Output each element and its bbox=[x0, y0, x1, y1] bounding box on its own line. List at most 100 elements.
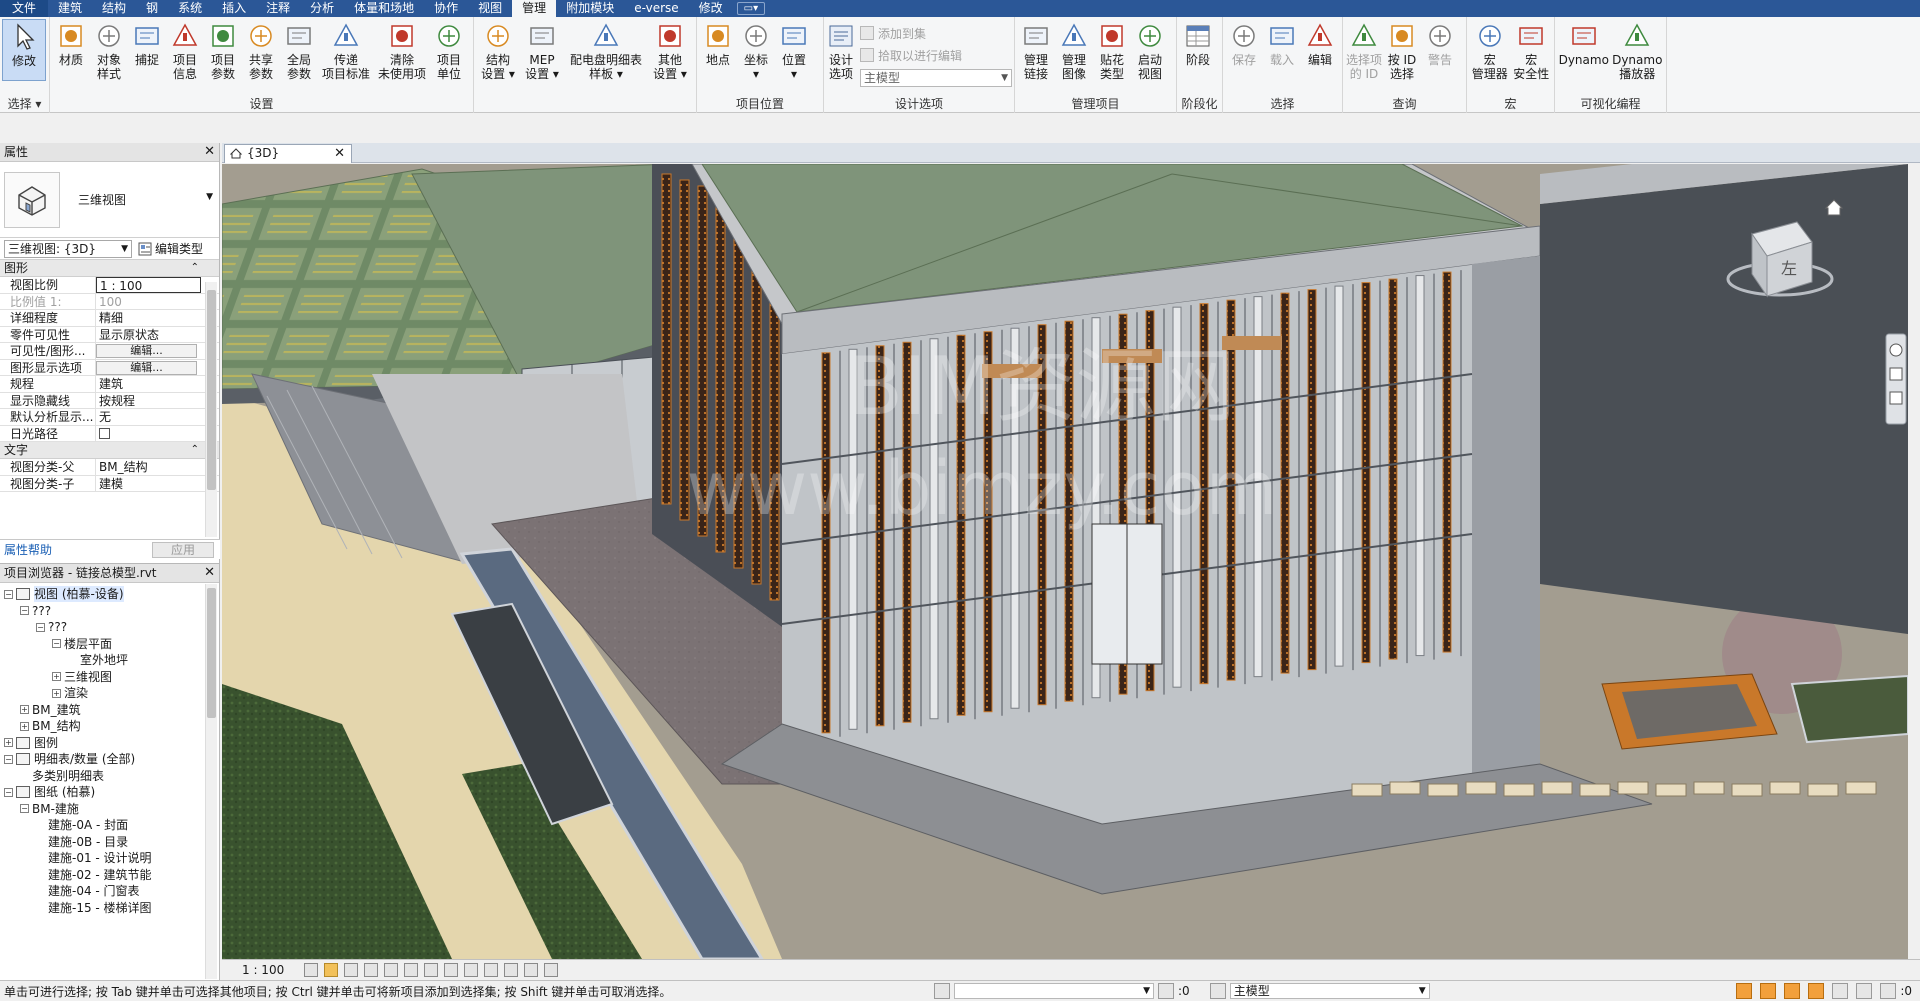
property-row[interactable]: 可见性/图形... 编辑... bbox=[0, 343, 219, 360]
settings-more-button-2[interactable]: 配电盘明细表 样板 ▾ bbox=[564, 19, 648, 97]
drag-elements-icon[interactable] bbox=[1832, 983, 1849, 999]
property-row[interactable]: 图形显示选项 编辑... bbox=[0, 359, 219, 376]
collapse-icon[interactable]: − bbox=[4, 754, 13, 764]
edit-type-button[interactable]: 编辑类型 bbox=[138, 240, 203, 257]
browser-tree-item[interactable]: − 楼层平面 bbox=[0, 636, 219, 653]
settings-button-1[interactable]: 对象 样式 bbox=[90, 19, 128, 97]
collapse-icon[interactable]: − bbox=[4, 787, 13, 797]
settings-button-4[interactable]: 项目 参数 bbox=[204, 19, 242, 97]
ribbon-tab-7[interactable]: 分析 bbox=[300, 0, 344, 17]
filter-select-icon[interactable] bbox=[1158, 983, 1174, 999]
close-icon[interactable]: ✕ bbox=[204, 564, 215, 582]
property-group-header[interactable]: 图形 ⌃ bbox=[0, 260, 219, 277]
location-button-1[interactable]: 坐标 ▾ bbox=[737, 19, 775, 97]
steering-wheel-icon[interactable] bbox=[1889, 343, 1903, 357]
browser-tree-item[interactable]: + 图例 bbox=[0, 735, 219, 752]
worksharing-icon[interactable] bbox=[504, 963, 518, 977]
property-group-header[interactable]: 文字 ⌃ bbox=[0, 442, 219, 459]
collapse-icon[interactable]: − bbox=[20, 606, 29, 616]
property-edit-button[interactable]: 编辑... bbox=[96, 344, 197, 358]
ribbon-tab-8[interactable]: 体量和场地 bbox=[344, 0, 424, 17]
property-row[interactable]: 视图比例 1 : 100 bbox=[0, 277, 219, 294]
highlight-icon[interactable] bbox=[544, 963, 558, 977]
view-scrollbar[interactable] bbox=[1908, 164, 1920, 959]
workset-icon[interactable] bbox=[934, 983, 950, 999]
collapse-icon[interactable]: − bbox=[52, 639, 61, 649]
ribbon-minimize-icon[interactable]: ▭▾ bbox=[736, 2, 766, 15]
ribbon-tab-5[interactable]: 插入 bbox=[212, 0, 256, 17]
temporary-hide-icon[interactable] bbox=[464, 963, 478, 977]
ribbon-tab-10[interactable]: 视图 bbox=[468, 0, 512, 17]
ribbon-tab-0[interactable]: 文件 bbox=[0, 0, 49, 17]
ribbon-tab-3[interactable]: 钢 bbox=[136, 0, 168, 17]
browser-scrollbar[interactable] bbox=[205, 584, 217, 979]
collapse-icon[interactable]: − bbox=[36, 622, 45, 632]
browser-tree-item[interactable]: + BM_结构 bbox=[0, 718, 219, 735]
property-row[interactable]: 比例值 1: 100 bbox=[0, 293, 219, 310]
property-row[interactable]: 视图分类-子 建模 bbox=[0, 475, 219, 492]
inquiry-button-1[interactable]: 按 ID 选择 bbox=[1383, 19, 1421, 97]
3d-viewport[interactable]: BIM资源网 www.bimzy.com 左 bbox=[222, 164, 1908, 959]
browser-tree-item[interactable]: + BM_建筑 bbox=[0, 702, 219, 719]
property-row[interactable]: 详细程度 精细 bbox=[0, 310, 219, 327]
design-option-dropdown[interactable]: 主模型 ▼ bbox=[1229, 983, 1430, 999]
browser-tree-item[interactable]: 多类别明细表 bbox=[0, 768, 219, 785]
expand-icon[interactable]: + bbox=[20, 705, 29, 715]
add-to-set-button[interactable]: 添加到集 bbox=[860, 23, 1012, 43]
browser-tree-item[interactable]: 室外地坪 bbox=[0, 652, 219, 669]
main-model-dropdown[interactable]: 主模型 ▼ bbox=[860, 69, 1012, 87]
background-process-icon[interactable] bbox=[1856, 983, 1873, 999]
inquiry-button-0[interactable]: 选择项的 ID bbox=[1345, 19, 1383, 97]
ribbon-tab-12[interactable]: 附加模块 bbox=[556, 0, 624, 17]
property-value[interactable]: 按规程 bbox=[96, 393, 201, 409]
select-by-face-icon[interactable] bbox=[1808, 983, 1825, 999]
property-value[interactable]: 精细 bbox=[96, 310, 201, 326]
select-links-icon[interactable] bbox=[1736, 983, 1753, 999]
group-label-select[interactable]: 选择 ▾ bbox=[0, 97, 49, 113]
dynamo-button-0[interactable]: Dynamo bbox=[1557, 19, 1611, 97]
browser-tree-item[interactable]: −??? bbox=[0, 603, 219, 620]
property-row[interactable]: 日光路径 bbox=[0, 425, 219, 442]
manage-project-button-1[interactable]: 管理 图像 bbox=[1055, 19, 1093, 97]
browser-tree-item[interactable]: 建施-0B - 目录 bbox=[0, 834, 219, 851]
browser-tree-item[interactable]: 建施-02 - 建筑节能 bbox=[0, 867, 219, 884]
view-scale[interactable]: 1 : 100 bbox=[242, 963, 298, 977]
settings-button-0[interactable]: 材质 bbox=[52, 19, 90, 97]
close-icon[interactable]: ✕ bbox=[204, 143, 215, 161]
instance-selector[interactable]: 三维视图: {3D} ▼ bbox=[4, 239, 132, 258]
properties-scrollbar[interactable] bbox=[205, 282, 217, 537]
browser-tree-item[interactable]: − 视图 (柏慕-设备) bbox=[0, 586, 219, 603]
property-value[interactable]: 无 bbox=[96, 409, 201, 425]
property-value[interactable] bbox=[96, 426, 201, 442]
analytical-model-icon[interactable] bbox=[524, 963, 538, 977]
dynamo-button-1[interactable]: Dynamo 播放器 bbox=[1611, 19, 1665, 97]
settings-button-5[interactable]: 共享 参数 bbox=[242, 19, 280, 97]
property-value[interactable]: 显示原状态 bbox=[96, 327, 201, 343]
orbit-icon[interactable] bbox=[1889, 391, 1903, 405]
collapse-icon[interactable]: ⌃ bbox=[191, 260, 199, 276]
type-selector[interactable]: 三维视图 ▼ bbox=[0, 162, 219, 238]
manage-project-button-0[interactable]: 管理 链接 bbox=[1017, 19, 1055, 97]
location-button-2[interactable]: 位置 ▾ bbox=[775, 19, 813, 97]
collapse-icon[interactable]: − bbox=[4, 589, 13, 599]
property-row[interactable]: 显示隐藏线 按规程 bbox=[0, 392, 219, 409]
property-row[interactable]: 零件可见性 显示原状态 bbox=[0, 326, 219, 343]
selection-button-1[interactable]: 载入 bbox=[1263, 19, 1301, 97]
browser-tree-item[interactable]: − 图纸 (柏慕) bbox=[0, 784, 219, 801]
apply-button[interactable]: 应用 bbox=[152, 541, 214, 558]
shadows-icon[interactable] bbox=[364, 963, 378, 977]
manage-project-button-3[interactable]: 启动 视图 bbox=[1131, 19, 1169, 97]
sun-path-checkbox[interactable] bbox=[99, 427, 110, 439]
design-options-button[interactable]: 设计 选项 bbox=[826, 19, 856, 97]
modify-button[interactable]: 修改 bbox=[2, 19, 46, 81]
collapse-icon[interactable]: ⌃ bbox=[191, 442, 199, 458]
settings-button-8[interactable]: 清除 未使用项 bbox=[374, 19, 430, 97]
browser-tree-item[interactable]: + 三维视图 bbox=[0, 669, 219, 686]
browser-tree-item[interactable]: 建施-15 - 楼梯详图 bbox=[0, 900, 219, 917]
phases-button[interactable]: 阶段 bbox=[1179, 19, 1217, 97]
render-icon[interactable] bbox=[384, 963, 398, 977]
pick-to-edit-button[interactable]: 拾取以进行编辑 bbox=[860, 45, 1012, 65]
settings-button-9[interactable]: 项目 单位 bbox=[430, 19, 468, 97]
expand-icon[interactable]: + bbox=[4, 738, 13, 748]
expand-icon[interactable]: + bbox=[52, 672, 61, 682]
